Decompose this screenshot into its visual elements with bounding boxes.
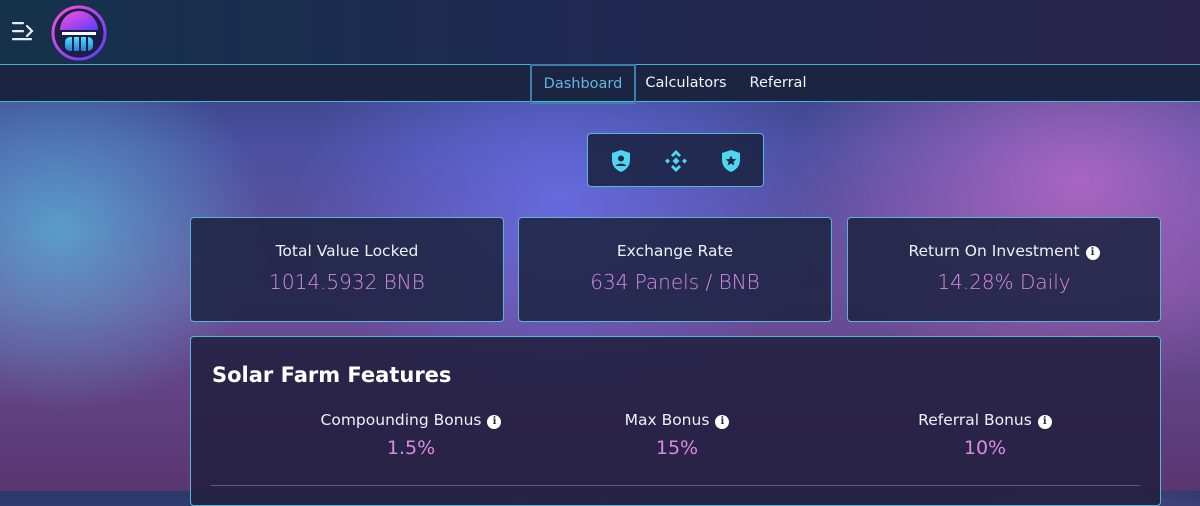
feature-max-bonus: Max Bonus i 15% — [527, 411, 827, 459]
compounding-bonus-value: 1.5% — [386, 437, 436, 459]
roi-label: Return On Investment — [908, 242, 1080, 260]
tvl-label: Total Value Locked — [275, 242, 419, 260]
solar-farm-features-panel: Solar Farm Features Compounding Bonus i 1… — [190, 336, 1161, 506]
star-shield-icon[interactable] — [719, 149, 743, 173]
features-title: Solar Farm Features — [212, 363, 452, 387]
stat-card-roi: Return On Investment i 14.28% Daily — [847, 217, 1161, 322]
max-bonus-value: 15% — [655, 437, 699, 459]
referral-bonus-value: 10% — [963, 437, 1007, 459]
menu-toggle-icon[interactable] — [10, 18, 36, 44]
info-icon[interactable]: i — [715, 415, 730, 429]
top-bar — [0, 0, 1200, 64]
info-icon[interactable]: i — [487, 415, 502, 429]
stat-card-tvl: Total Value Locked 1014.5932 BNB — [190, 217, 504, 322]
info-icon[interactable]: i — [1037, 415, 1052, 429]
stat-card-exchange-rate: Exchange Rate 634 Panels / BNB — [518, 217, 832, 322]
feature-referral-bonus: Referral Bonus i 10% — [835, 411, 1135, 459]
feature-label-row: Max Bonus i — [527, 411, 827, 429]
feature-label-row: Referral Bonus i — [835, 411, 1135, 429]
exchange-rate-label: Exchange Rate — [616, 242, 734, 260]
roi-value: 14.28% Daily — [937, 270, 1071, 294]
feature-compounding-bonus: Compounding Bonus i 1.5% — [261, 411, 561, 459]
compounding-bonus-label: Compounding Bonus — [320, 411, 482, 429]
main-nav: Dashboard Calculators Referral — [0, 64, 1200, 104]
binance-icon[interactable] — [664, 149, 688, 173]
roi-label-row: Return On Investment i — [848, 242, 1160, 260]
nav-calculators[interactable]: Calculators — [640, 65, 732, 103]
exchange-rate-value: 634 Panels / BNB — [590, 270, 760, 294]
nav-dashboard[interactable]: Dashboard — [530, 64, 636, 104]
info-icon[interactable]: i — [1085, 246, 1100, 260]
nav-referral[interactable]: Referral — [740, 65, 816, 103]
max-bonus-label: Max Bonus — [624, 411, 710, 429]
icon-toolbar — [587, 133, 764, 187]
divider — [211, 485, 1140, 486]
tvl-value: 1014.5932 BNB — [269, 270, 425, 294]
referral-bonus-label: Referral Bonus — [918, 411, 1032, 429]
user-shield-icon[interactable] — [609, 149, 633, 173]
logo[interactable] — [50, 4, 108, 62]
feature-label-row: Compounding Bonus i — [261, 411, 561, 429]
